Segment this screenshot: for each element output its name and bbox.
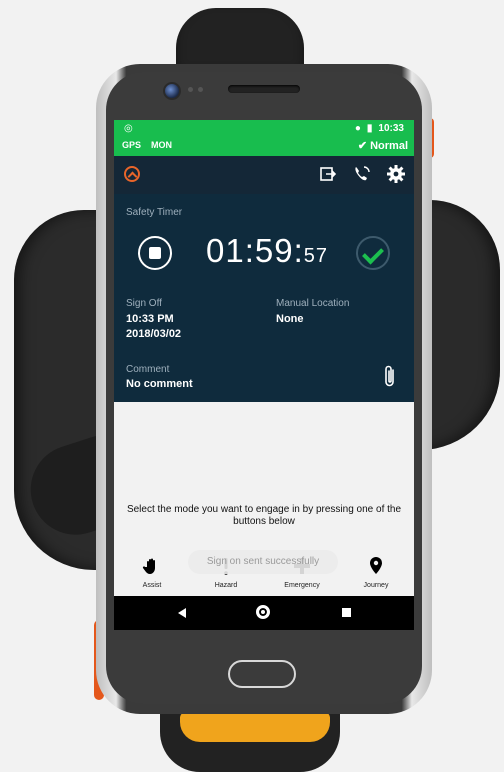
check-in-button[interactable] <box>356 236 390 270</box>
app-screen: ◎ ● ▮ 10:33 GPS MON ✔ Normal Safety Time… <box>114 120 414 630</box>
manual-location-label: Manual Location <box>276 298 350 309</box>
earpiece-speaker <box>228 85 300 93</box>
journey-button[interactable]: Journey <box>346 556 406 589</box>
status-normal: ✔ Normal <box>357 140 408 152</box>
gear-icon[interactable] <box>386 164 406 184</box>
sensor-dot <box>198 87 203 92</box>
stop-timer-button[interactable] <box>138 236 172 270</box>
notification-icon: ◎ <box>124 123 133 134</box>
comment-value[interactable]: No comment <box>126 378 193 390</box>
sign-off-time: 10:33 PM <box>126 313 174 325</box>
assist-label: Assist <box>142 582 162 589</box>
holster-yellow-accent <box>180 712 330 742</box>
hardware-home-button[interactable] <box>228 660 296 688</box>
manual-location-value: None <box>276 313 304 325</box>
back-icon[interactable] <box>178 608 186 618</box>
location-pin-icon <box>370 557 382 574</box>
recent-apps-icon[interactable] <box>342 608 351 617</box>
home-icon[interactable] <box>256 605 270 619</box>
status-tags: GPS MON <box>122 140 172 150</box>
status-bar: ◎ ● ▮ 10:33 GPS MON ✔ Normal <box>114 120 414 156</box>
collapse-chevron-icon[interactable] <box>124 166 140 182</box>
timer-main: 01:59: <box>206 232 304 269</box>
timer-seconds: 57 <box>303 245 328 267</box>
hand-icon <box>142 558 155 574</box>
hazard-label: Hazard <box>214 582 238 589</box>
journey-label: Journey <box>363 582 389 589</box>
toast-message: Sign on sent successfully <box>188 550 338 574</box>
safety-timer-label: Safety Timer <box>126 207 183 218</box>
sensor-dot <box>188 87 193 92</box>
mon-tag: MON <box>151 140 173 150</box>
sign-out-icon[interactable] <box>318 164 338 184</box>
comment-label: Comment <box>126 364 170 375</box>
countdown-timer: 01:59:57 <box>206 232 328 270</box>
paperclip-icon[interactable] <box>382 364 398 390</box>
assist-button[interactable]: Assist <box>122 556 182 589</box>
front-camera <box>163 82 181 100</box>
location-icon: ● <box>354 123 361 134</box>
phone-call-icon[interactable] <box>352 164 372 184</box>
status-time: 10:33 <box>378 123 404 134</box>
sign-off-date: 2018/03/02 <box>126 328 182 340</box>
sign-off-label: Sign Off <box>126 298 162 309</box>
gps-tag: GPS <box>122 140 142 150</box>
status-icons: ● ▮ 10:33 <box>355 123 404 134</box>
mode-instruction: Select the mode you want to engage in by… <box>126 504 402 527</box>
battery-icon: ▮ <box>366 123 373 134</box>
emergency-label: Emergency <box>284 582 320 589</box>
